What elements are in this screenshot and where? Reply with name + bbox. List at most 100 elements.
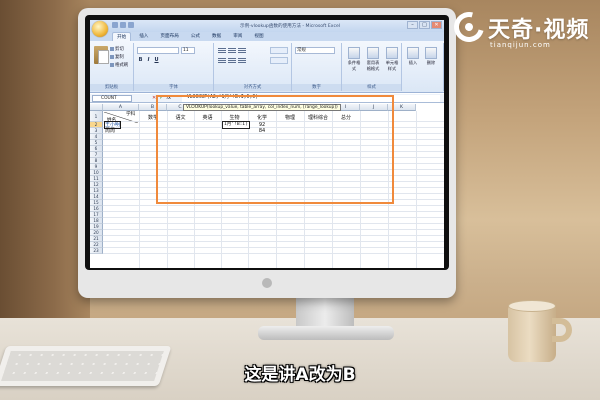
monitor-stand-base [258, 326, 394, 340]
copy-button[interactable]: 复制 [110, 54, 128, 60]
tab-formulas[interactable]: 公式 [187, 32, 204, 41]
italic-button[interactable]: I [145, 57, 152, 64]
tab-review[interactable]: 审阅 [229, 32, 246, 41]
grid-row-line [103, 175, 444, 176]
font-group: 11 B I U 字体 [134, 43, 214, 91]
select-all-corner[interactable] [90, 104, 103, 111]
excel-window: 示例-vlookup函数的使用方法 - Microsoft Excel – □ … [90, 20, 444, 268]
header-cell[interactable]: 物理 [276, 115, 304, 121]
worksheet-grid[interactable]: 学科 姓名 ABCDEFGHIJK12345678910111213141516… [90, 104, 444, 268]
align-bottom-icon[interactable] [238, 48, 246, 54]
merge-center-button[interactable] [270, 57, 288, 64]
grid-column-line [167, 111, 168, 268]
row-header-23[interactable]: 23 [90, 248, 103, 254]
function-tooltip: VLOOKUP(lookup_value, table_array, col_i… [183, 104, 341, 111]
grid-row-line [103, 223, 444, 224]
cancel-icon[interactable]: ✕ [152, 95, 156, 101]
grid-column-line [221, 111, 222, 268]
grid-column-line [332, 111, 333, 268]
ribbon-tabs: 开始 插入 页面布局 公式 数据 审阅 视图 [90, 32, 444, 41]
clipboard-label: 剪贴板 [90, 84, 133, 91]
insert-function-icon[interactable]: fx [166, 95, 171, 101]
maximize-button[interactable]: □ [419, 21, 430, 29]
column-header-b[interactable]: B [139, 104, 167, 111]
title-bar: 示例-vlookup函数的使用方法 - Microsoft Excel – □ … [90, 20, 444, 32]
delete-cells-button[interactable]: 删除 [423, 47, 439, 66]
column-header-j[interactable]: J [360, 104, 388, 111]
align-top-icon[interactable] [218, 48, 226, 54]
table-format-button[interactable]: 套用表格格式 [365, 47, 381, 72]
cell-style-button[interactable]: 单元格样式 [384, 47, 400, 72]
row-header-1[interactable]: 1 [90, 111, 103, 122]
font-name-select[interactable] [137, 47, 179, 54]
grid-column-line [304, 111, 305, 268]
alignment-group: 对齐方式 [214, 43, 292, 91]
bold-button[interactable]: B [137, 57, 144, 64]
scissors-icon [110, 47, 114, 51]
grid-column-line [194, 111, 195, 268]
monitor: 示例-vlookup函数的使用方法 - Microsoft Excel – □ … [78, 8, 456, 298]
enter-icon[interactable]: ✓ [159, 95, 163, 101]
grid-column-line [416, 111, 417, 268]
header-cell[interactable]: 数学 [139, 115, 167, 121]
underline-button[interactable]: U [153, 57, 160, 64]
header-cell[interactable]: 英语 [194, 115, 221, 121]
align-left-icon[interactable] [218, 58, 226, 64]
paste-icon[interactable] [94, 46, 109, 64]
column-header-a[interactable]: A [103, 104, 139, 111]
grid-row-line [103, 247, 444, 248]
header-cell[interactable]: 总分 [332, 115, 360, 121]
cut-button[interactable]: 剪切 [110, 46, 128, 52]
number-format-select[interactable]: 常规 [295, 47, 335, 54]
save-icon[interactable] [112, 22, 118, 28]
column-header-k[interactable]: K [388, 104, 416, 111]
name-box[interactable]: COUNT [92, 95, 132, 102]
video-caption: 这是讲A改为B [244, 365, 356, 385]
tab-data[interactable]: 数据 [208, 32, 225, 41]
editing-cell[interactable]: 1月'!B:I) [222, 121, 250, 129]
close-button[interactable]: ✕ [431, 21, 442, 29]
tab-page-layout[interactable]: 页面布局 [156, 32, 182, 41]
apple-logo-icon [262, 278, 272, 288]
minimize-button[interactable]: – [407, 21, 418, 29]
undo-icon[interactable] [120, 22, 126, 28]
name-cell[interactable]: 周周 [105, 128, 115, 134]
alignment-label: 对齐方式 [214, 84, 291, 91]
insert-cells-button[interactable]: 插入 [405, 47, 421, 66]
grid-row-line [103, 211, 444, 212]
grid-column-line [276, 111, 277, 268]
tab-view[interactable]: 视图 [250, 32, 267, 41]
tab-insert[interactable]: 插入 [135, 32, 152, 41]
grid-column-line [388, 111, 389, 268]
redo-icon[interactable] [128, 22, 134, 28]
grid-row-line [103, 181, 444, 182]
format-painter-button[interactable]: 格式刷 [110, 62, 128, 68]
number-group: 常规 数字 [292, 43, 342, 91]
coffee-mug-rim [508, 300, 556, 312]
formula-input[interactable]: =VLOOKUP(A2,'1月'!B:I,6,0) [182, 95, 440, 102]
align-center-icon[interactable] [228, 58, 236, 64]
quick-access-toolbar [112, 22, 134, 28]
header-cell[interactable]: 语文 [167, 115, 194, 121]
font-size-select[interactable]: 11 [181, 47, 195, 54]
value-cell[interactable]: 84 [248, 128, 276, 134]
grid-row-line [103, 217, 444, 218]
brand-name: 天奇·视频 [488, 18, 590, 43]
office-button[interactable] [92, 21, 108, 37]
window-title: 示例-vlookup函数的使用方法 - Microsoft Excel [240, 24, 341, 29]
align-right-icon[interactable] [238, 58, 246, 64]
grid-row-line [103, 157, 444, 158]
wrap-text-button[interactable] [270, 47, 288, 54]
grid-row-line [103, 169, 444, 170]
conditional-format-button[interactable]: 条件格式 [346, 47, 362, 72]
align-middle-icon[interactable] [228, 48, 236, 54]
grid-row-line [103, 199, 444, 200]
tab-home[interactable]: 开始 [112, 32, 132, 41]
ribbon: 剪切 复制 格式刷 剪贴板 11 B I U 字体 对齐方式 常规 数字 条件格… [90, 41, 444, 93]
brand-logo: 天奇·视频 tianqijun.com [448, 6, 594, 54]
grid-row-line [103, 145, 444, 146]
header-cell[interactable]: 理科综合 [304, 115, 332, 121]
header-cell[interactable]: 化学 [248, 115, 276, 121]
formula-bar: COUNT ✕ ✓ fx =VLOOKUP(A2,'1月'!B:I,6,0) [90, 94, 444, 103]
styles-group: 条件格式 套用表格格式 单元格样式 样式 [342, 43, 402, 91]
